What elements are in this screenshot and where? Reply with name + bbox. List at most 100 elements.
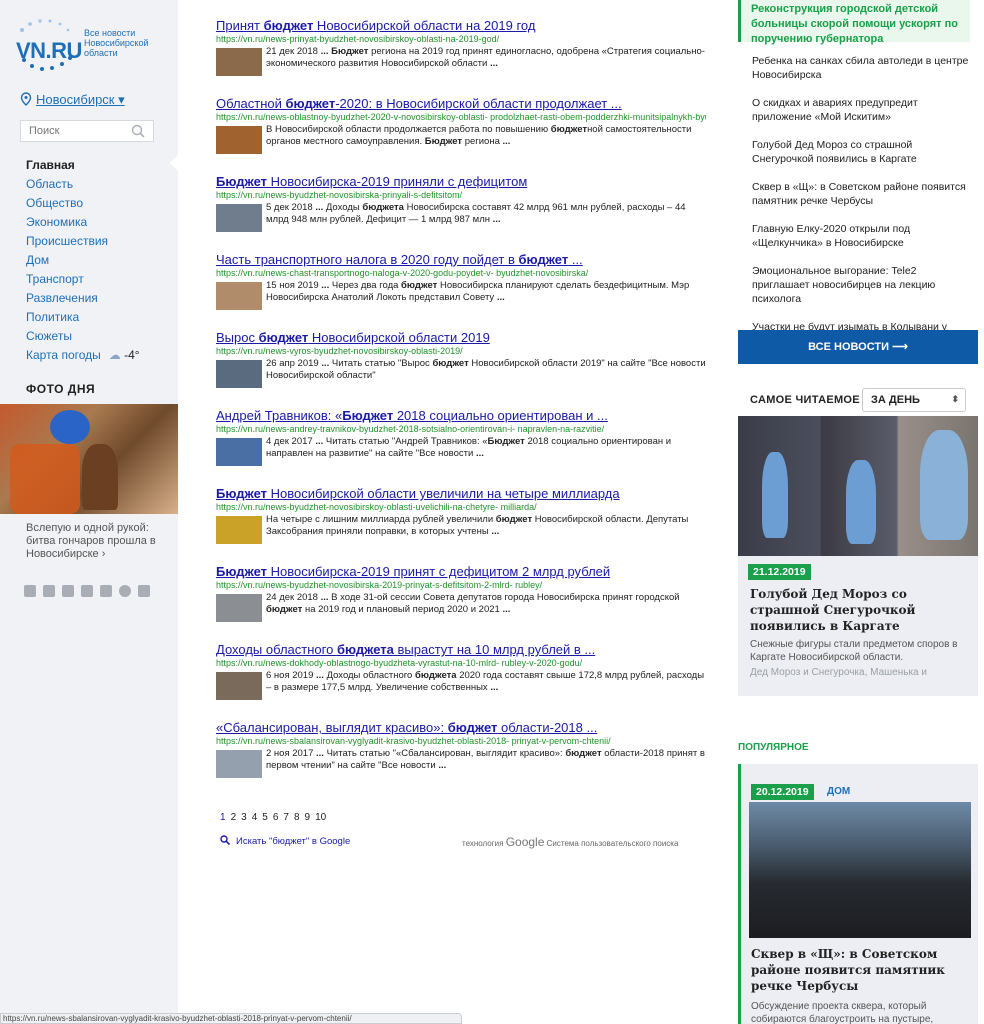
result-snippet: На четыре с лишним миллиарда рублей увел… bbox=[266, 514, 689, 537]
latest-news-list: Ребенка на санках сбила автоледи в центр… bbox=[752, 54, 970, 330]
nav-item-politics[interactable]: Политика bbox=[26, 308, 140, 327]
nav-item-transport[interactable]: Транспорт bbox=[26, 270, 140, 289]
powered-by-google: технология Google Система пользовательск… bbox=[462, 835, 678, 849]
browser-status-bar: https://vn.ru/news-sbalansirovan-vyglyad… bbox=[0, 1013, 462, 1024]
most-read-card-image bbox=[738, 416, 978, 556]
powered-post: Система пользовательского поиска bbox=[546, 839, 679, 848]
result-thumbnail[interactable] bbox=[216, 438, 262, 466]
news-list-item[interactable]: Участки не будут изымать в Колывани у bbox=[752, 320, 970, 330]
photo-of-day-title: ФОТО ДНЯ bbox=[26, 382, 96, 396]
search-in-google-link[interactable]: Искать "бюджет" в Google bbox=[220, 835, 350, 847]
pagination: 1 2 3 4 5 6 7 8 9 10 bbox=[220, 812, 331, 823]
result-thumbnail[interactable] bbox=[216, 282, 262, 310]
photo-of-day-image[interactable] bbox=[0, 404, 178, 514]
select-arrows-icon: ⬍ bbox=[951, 394, 959, 404]
page-link-5[interactable]: 5 bbox=[262, 812, 268, 823]
twitter-icon[interactable] bbox=[43, 585, 55, 597]
odnoklassniki-icon[interactable] bbox=[100, 585, 112, 597]
result-url: https://vn.ru/news-byudzhet-novosibirska… bbox=[216, 580, 543, 590]
page-link-4[interactable]: 4 bbox=[252, 812, 258, 823]
result-title-link[interactable]: Областной бюджет-2020: в Новосибирской о… bbox=[216, 96, 706, 111]
mail-icon[interactable] bbox=[138, 585, 150, 597]
logo-text: VN.RU bbox=[16, 38, 82, 63]
youtube-icon[interactable] bbox=[62, 585, 74, 597]
nav-item-home-section[interactable]: Дом bbox=[26, 251, 140, 270]
news-list-item[interactable]: Главную Елку-2020 открыли под «Щелкунчик… bbox=[752, 222, 970, 250]
result-snippet: 26 апр 2019 ... Читать статью "Вырос бюд… bbox=[266, 358, 706, 381]
news-list-item[interactable]: О скидках и авариях предупредит приложен… bbox=[752, 96, 970, 124]
popular-card[interactable]: 20.12.2019 ДОМ Сквер в «Щ»: в Советском … bbox=[738, 764, 978, 1024]
result-title-link[interactable]: Часть транспортного налога в 2020 году п… bbox=[216, 252, 706, 267]
site-logo[interactable]: VN.RU Все новости Новосибирской области bbox=[16, 18, 166, 71]
page-link-3[interactable]: 3 bbox=[241, 812, 247, 823]
rss-icon[interactable] bbox=[81, 585, 93, 597]
nav-item-weather[interactable]: Карта погоды ☁ -4° bbox=[26, 346, 140, 365]
result-snippet: В Новосибирской области продолжается раб… bbox=[266, 124, 692, 147]
result-title-link[interactable]: Бюджет Новосибирска-2019 приняли с дефиц… bbox=[216, 174, 706, 189]
nav-item-society[interactable]: Общество bbox=[26, 194, 140, 213]
result-title-link[interactable]: «Сбалансирован, выглядит красиво»: бюдже… bbox=[216, 720, 706, 735]
popular-card-date: 20.12.2019 bbox=[751, 784, 814, 800]
result-thumbnail[interactable] bbox=[216, 750, 262, 778]
city-selector[interactable]: Новосибирск ▾ bbox=[20, 92, 125, 108]
search-results: Принят бюджет Новосибирской области на 2… bbox=[216, 18, 706, 798]
search-result: Вырос бюджет Новосибирской области 2019 h… bbox=[216, 330, 706, 408]
vk-icon[interactable] bbox=[24, 585, 36, 597]
result-snippet: 5 дек 2018 ... Доходы бюджета Новосибирс… bbox=[266, 202, 686, 225]
nav-item-home[interactable]: Главная bbox=[26, 156, 140, 175]
most-read-card[interactable]: 21.12.2019 Голубой Дед Мороз со страшной… bbox=[738, 416, 978, 696]
popular-card-desc: Обсуждение проекта сквера, который собир… bbox=[751, 1001, 934, 1024]
result-thumbnail[interactable] bbox=[216, 204, 262, 232]
page-link-7[interactable]: 7 bbox=[283, 812, 289, 823]
result-snippet: 6 ноя 2019 ... Доходы областного бюджета… bbox=[266, 670, 705, 693]
popular-card-title[interactable]: Сквер в «Щ»: в Советском районе появится… bbox=[751, 946, 973, 994]
most-read-card-tags[interactable]: Дед Мороз и Снегурочка, Машенька и bbox=[750, 666, 970, 679]
cloud-icon: ☁ bbox=[108, 348, 121, 362]
result-thumbnail[interactable] bbox=[216, 126, 262, 154]
result-title-link[interactable]: Бюджет Новосибирской области увеличили н… bbox=[216, 486, 706, 501]
page-link-2[interactable]: 2 bbox=[231, 812, 237, 823]
result-url: https://vn.ru/news-prinyat-byudzhet-novo… bbox=[216, 34, 500, 44]
search-result: Доходы областного бюджета вырастут на 10… bbox=[216, 642, 706, 720]
all-news-button[interactable]: ВСЕ НОВОСТИ ⟶ bbox=[738, 330, 978, 364]
result-thumbnail[interactable] bbox=[216, 672, 262, 700]
news-list-item[interactable]: Сквер в «Щ»: в Советском районе появится… bbox=[752, 180, 970, 208]
period-select[interactable]: ЗА ДЕНЬ ⬍ bbox=[862, 388, 966, 412]
result-title-link[interactable]: Бюджет Новосибирска-2019 принят с дефици… bbox=[216, 564, 706, 579]
popular-card-tag[interactable]: ДОМ bbox=[827, 786, 850, 797]
nav-item-region[interactable]: Область bbox=[26, 175, 140, 194]
result-url: https://vn.ru/news-byudzhet-novosibirsko… bbox=[216, 502, 537, 512]
city-label: Новосибирск ▾ bbox=[36, 92, 125, 107]
result-url: https://vn.ru/news-andrey-travnikov-byud… bbox=[216, 424, 605, 434]
page-link-10[interactable]: 10 bbox=[315, 812, 326, 823]
telegram-icon[interactable] bbox=[119, 585, 131, 597]
result-thumbnail[interactable] bbox=[216, 594, 262, 622]
sidebar: VN.RU Все новости Новосибирской области … bbox=[0, 0, 178, 1024]
result-title-link[interactable]: Доходы областного бюджета вырастут на 10… bbox=[216, 642, 706, 657]
news-list-item[interactable]: Эмоциональное выгорание: Tele2 приглашае… bbox=[752, 264, 970, 306]
nav-item-economy[interactable]: Экономика bbox=[26, 213, 140, 232]
page-link-9[interactable]: 9 bbox=[305, 812, 311, 823]
news-list-item[interactable]: Голубой Дед Мороз со страшной Снегурочко… bbox=[752, 138, 970, 166]
logo-subtitle: Все новости Новосибирской области bbox=[84, 28, 149, 58]
highlighted-news[interactable]: Реконструкция городской детской больницы… bbox=[738, 0, 970, 45]
result-thumbnail[interactable] bbox=[216, 360, 262, 388]
news-list-item[interactable]: Ребенка на санках сбила автоледи в центр… bbox=[752, 54, 970, 82]
search-icon[interactable] bbox=[131, 124, 145, 138]
popular-card-image bbox=[749, 802, 971, 938]
nav-item-incidents[interactable]: Происшествия bbox=[26, 232, 140, 251]
most-read-card-title[interactable]: Голубой Дед Мороз со страшной Снегурочко… bbox=[750, 586, 970, 634]
nav-item-stories[interactable]: Сюжеты bbox=[26, 327, 140, 346]
result-title-link[interactable]: Андрей Травников: «Бюджет 2018 социально… bbox=[216, 408, 706, 423]
photo-of-day-caption[interactable]: Вслепую и одной рукой: битва гончаров пр… bbox=[26, 522, 156, 561]
nav-item-entertainment[interactable]: Развлечения bbox=[26, 289, 140, 308]
page-link-1[interactable]: 1 bbox=[220, 812, 226, 823]
result-thumbnail[interactable] bbox=[216, 48, 262, 76]
result-thumbnail[interactable] bbox=[216, 516, 262, 544]
page-link-6[interactable]: 6 bbox=[273, 812, 279, 823]
result-title-link[interactable]: Вырос бюджет Новосибирской области 2019 bbox=[216, 330, 706, 345]
page-link-8[interactable]: 8 bbox=[294, 812, 300, 823]
search-input[interactable] bbox=[21, 121, 121, 141]
latest-news-block: Реконструкция городской детской больницы… bbox=[738, 0, 978, 330]
result-title-link[interactable]: Принят бюджет Новосибирской области на 2… bbox=[216, 18, 706, 33]
